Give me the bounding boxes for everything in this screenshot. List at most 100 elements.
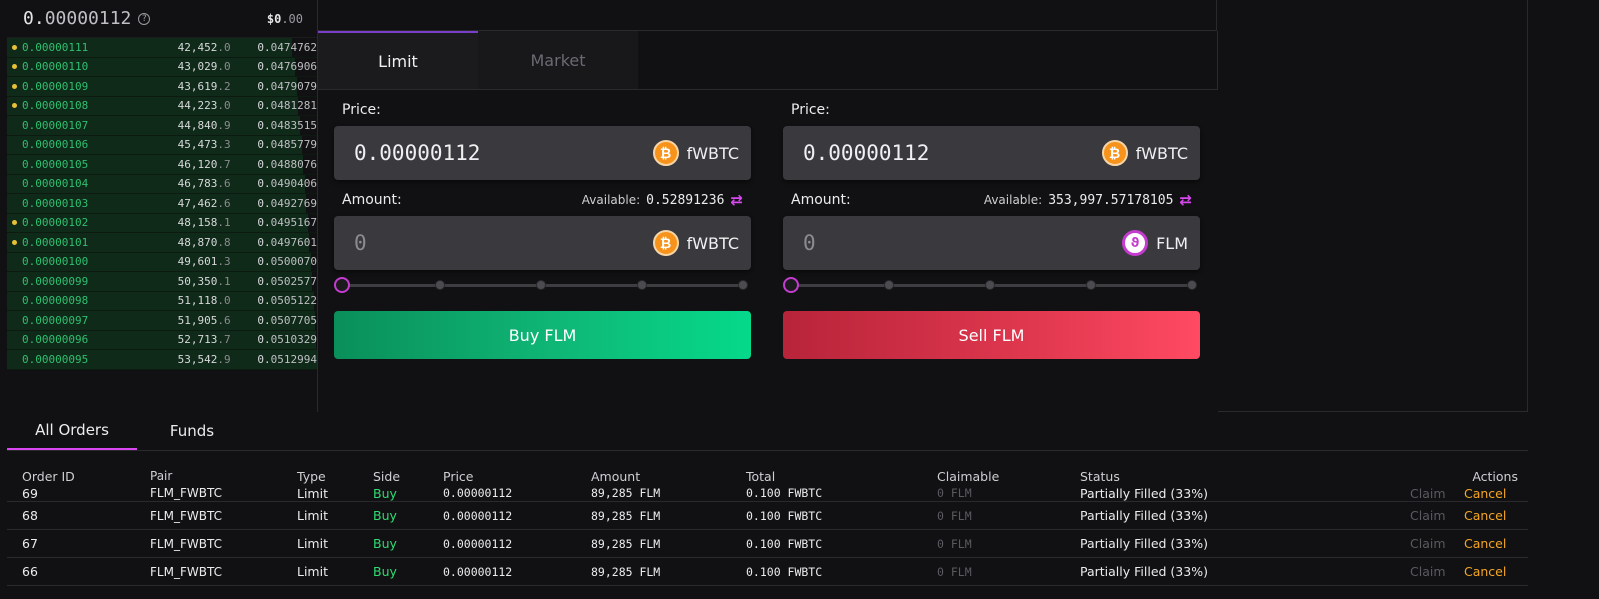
swap-arrows-icon[interactable]: ⇄ [1179,191,1192,209]
claim-button[interactable]: Claim [1410,536,1464,551]
claim-button[interactable]: Claim [1410,508,1464,523]
order-book-row[interactable]: 0.00000109 43,619.2 0.0479079 [7,77,317,97]
cancel-button[interactable]: Cancel [1464,536,1524,551]
bitcoin-token-icon: ₿ [652,140,679,166]
slider-thumb[interactable] [334,277,350,293]
trade-panel-top-bar [318,0,1217,31]
row-price: 0.00000104 [21,177,89,191]
sell-price-token-label: fWBTC [1135,143,1188,163]
sell-amount-placeholder[interactable]: 0 [803,231,816,255]
cancel-button[interactable]: Cancel [1464,564,1524,579]
order-amount: 89,285 FLM [591,486,661,500]
row-amount: 52,713.7 [149,333,231,346]
slider-stop-50[interactable] [985,280,995,290]
buy-amount-slider[interactable] [334,275,751,295]
row-total-frac: 0488076 [270,157,317,171]
claim-button[interactable]: Claim [1410,486,1464,501]
slider-stop-25[interactable] [884,280,894,290]
sell-price-input[interactable]: 0.00000112 ₿ fWBTC [783,126,1200,180]
buy-price-value[interactable]: 0.00000112 [354,141,480,165]
row-total: 0.0479079 [231,80,317,93]
order-book-row[interactable]: 0.00000101 48,870.8 0.0497601 [7,233,317,253]
row-amount-int: 43,029 [177,60,218,74]
buy-available-value[interactable]: 0.52891236 [646,193,724,208]
cancel-button[interactable]: Cancel [1464,486,1524,501]
row-total: 0.0512994 [231,353,317,366]
order-book-row[interactable]: 0.00000100 49,601.3 0.0500070 [7,252,317,272]
order-price: 0.00000112 [443,564,513,579]
row-total: 0.0483515 [231,119,317,132]
order-book-row[interactable]: 0.00000110 43,029.0 0.0476906 [7,57,317,77]
slider-stop-50[interactable] [536,280,546,290]
my-order-indicator [12,44,17,50]
row-amount-dec: .0 [217,294,231,308]
order-book-row[interactable]: 0.00000111 42,452.0 0.0474762 [7,38,317,58]
order-book-row[interactable]: 0.00000097 51,905.6 0.0507705 [7,311,317,331]
row-price: 0.00000109 [21,79,89,93]
sell-amount-slider[interactable] [783,275,1200,295]
order-book-row[interactable]: 0.00000103 47,462.6 0.0492769 [7,194,317,214]
row-total-int: 0. [257,60,271,74]
row-price: 0.00000098 [21,294,89,308]
slider-stop-25[interactable] [435,280,445,290]
row-amount: 45,473.3 [149,138,231,152]
my-order-indicator [12,123,17,128]
row-amount-int: 45,473 [177,138,218,152]
table-row: 66 FLM_FWBTC Limit Buy 0.00000112 89,285 FLM 0… [7,558,1528,586]
sell-price-label: Price: [791,102,830,118]
buy-price-input[interactable]: 0.00000112 ₿ fWBTC [334,126,751,180]
order-book-row[interactable]: 0.00000096 52,713.7 0.0510329 [7,330,317,350]
tab-all-orders[interactable]: All Orders [7,412,137,450]
row-price: 0.00000106 [21,138,89,152]
row-amount: 48,158.1 [149,216,231,230]
order-book-row[interactable]: 0.00000098 51,118.0 0.0505122 [7,291,317,311]
slider-stop-100[interactable] [1187,280,1197,290]
sell-amount-input[interactable]: 0 ϑ FLM [783,216,1200,270]
row-amount-dec: .9 [217,352,231,366]
order-book-row[interactable]: 0.00000104 46,783.6 0.0490406 [7,174,317,194]
order-book-row[interactable]: 0.00000105 46,120.7 0.0488076 [7,155,317,175]
sell-price-value[interactable]: 0.00000112 [803,141,929,165]
order-book-row[interactable]: 0.00000095 53,542.9 0.0512994 [7,350,317,370]
tab-market[interactable]: Market [478,31,638,89]
cancel-button[interactable]: Cancel [1464,508,1524,523]
orders-tabs: All Orders Funds [7,412,1528,451]
row-amount-int: 48,870 [177,235,218,249]
sell-button[interactable]: Sell FLM [783,311,1200,359]
buy-price-token: ₿ fWBTC [652,140,739,166]
my-order-indicator [12,162,17,167]
buy-amount-token-label: fWBTC [686,233,739,253]
bitcoin-token-icon: ₿ [652,230,679,256]
row-price: 0.00000099 [21,274,89,288]
slider-stop-100[interactable] [738,280,748,290]
order-book-row[interactable]: 0.00000099 50,350.1 0.0502577 [7,272,317,292]
row-total-int: 0. [257,294,271,308]
order-book-row[interactable]: 0.00000107 44,840.9 0.0483515 [7,116,317,136]
row-amount-dec: .7 [217,157,231,171]
buy-button[interactable]: Buy FLM [334,311,751,359]
row-total: 0.0495167 [231,216,317,229]
sell-available-value[interactable]: 353,997.57178105 [1048,193,1173,208]
slider-thumb[interactable] [783,277,799,293]
order-type: Limit [297,508,328,523]
buy-amount-input[interactable]: 0 ₿ fWBTC [334,216,751,270]
row-price: 0.00000103 [21,196,89,210]
row-amount-dec: .0 [217,99,231,113]
row-total: 0.0492769 [231,197,317,210]
row-amount: 47,462.6 [149,197,231,210]
tab-funds[interactable]: Funds [137,412,247,450]
order-book-row[interactable]: 0.00000102 48,158.1 0.0495167 [7,213,317,233]
row-amount-int: 48,158 [177,216,218,230]
slider-stop-75[interactable] [637,280,647,290]
order-book-row[interactable]: 0.00000108 44,223.0 0.0481281 [7,96,317,116]
claim-button[interactable]: Claim [1410,564,1464,579]
tab-limit[interactable]: Limit [318,31,478,89]
last-price-int: 0. [23,8,45,29]
swap-arrows-icon[interactable]: ⇄ [730,191,743,209]
sell-form: Price: 0.00000112 ₿ fWBTC Amount: Availab… [783,90,1200,359]
order-book-row[interactable]: 0.00000106 45,473.3 0.0485779 [7,135,317,155]
slider-stop-75[interactable] [1086,280,1096,290]
my-order-indicator [12,357,17,362]
buy-amount-placeholder[interactable]: 0 [354,231,367,255]
help-circle-icon[interactable]: ? [138,12,151,25]
